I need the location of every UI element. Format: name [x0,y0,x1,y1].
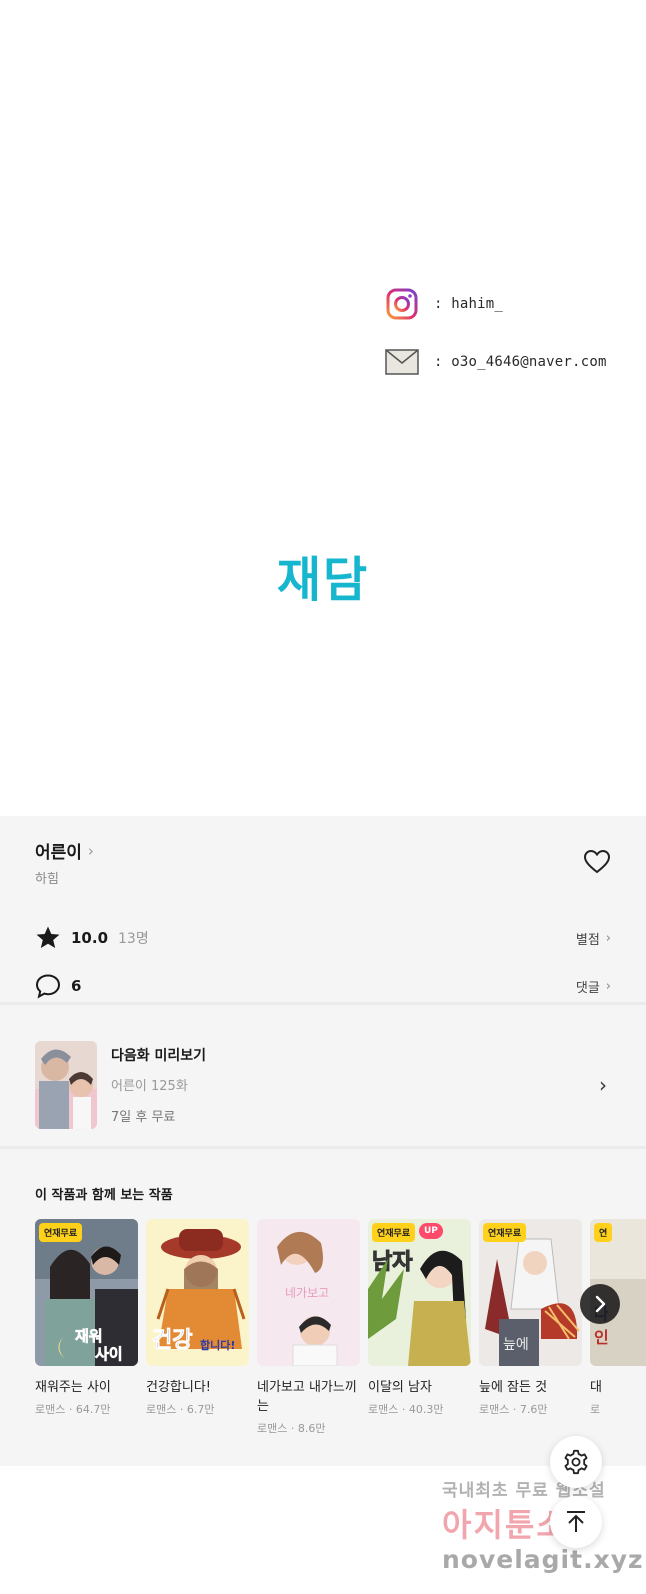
recommendation-meta: 로 [590,1403,601,1416]
comment-link[interactable]: 댓글 › [576,977,611,996]
recommendation-meta: 로맨스 · 6.7만 [146,1403,215,1416]
recommendation-title: 대 [590,1380,602,1395]
recommendation-title: 네가보고 내가느끼는 [257,1380,357,1414]
recommendation-item[interactable]: 늪에 연재무료 늪에 잠든 것 로맨스 · 7.6만 [479,1219,582,1417]
recommendation-meta: 로맨스 · 7.6만 [479,1403,548,1416]
carousel-next-button[interactable] [580,1284,620,1324]
divider [0,1146,646,1149]
free-serial-badge: 연 [594,1223,613,1242]
mail-icon [384,344,420,380]
divider [0,1002,646,1005]
chevron-right-icon [595,1295,606,1313]
next-episode-thumbnail [35,1041,97,1129]
rating-link[interactable]: 별점 › [576,929,611,948]
recommendation-item[interactable]: 남자 연재무료 UP 이달의 남자 로맨스 · 40.3만 [368,1219,471,1417]
arrow-up-icon [567,1511,585,1532]
email-contact: : o3o_4646@naver.com [384,344,607,380]
free-serial-badge: 연재무료 [372,1223,416,1242]
comment-link-label: 댓글 [575,980,600,996]
work-title-link[interactable]: 어른이 › [35,838,94,864]
recommendation-item[interactable]: 건강 합니다! 건강합니다! 로맨스 · 6.7만 [146,1219,249,1417]
rating-row: 10.0 13명 별점 › [35,924,611,952]
update-badge: UP [419,1223,443,1239]
watermark-line3: novelagit.xyz [442,1545,644,1574]
svg-text:사이: 사이 [95,1345,123,1363]
free-serial-badge: 연재무료 [39,1223,83,1242]
free-serial-badge: 연재무료 [483,1223,527,1242]
recommendation-cover: 네가보고 [257,1219,360,1366]
next-episode-info: 다음화 미리보기 어른이 125화 7일 후 무료 [111,1041,206,1125]
scroll-to-top-button[interactable] [550,1496,602,1548]
heart-icon[interactable] [583,849,611,874]
recommendation-meta: 로맨스 · 40.3만 [368,1403,444,1416]
svg-text:네가보고: 네가보고 [285,1286,329,1300]
chevron-right-icon: › [605,930,611,946]
instagram-handle: : hahim_ [434,296,504,312]
recommendation-item[interactable]: 네가보고 네가보고 내가느끼는 로맨스 · 8.6만 [257,1219,360,1436]
rating-count: 13명 [118,931,149,947]
chevron-right-icon: › [605,978,611,994]
recommendations-title: 이 작품과 함께 보는 작품 [35,1188,173,1203]
work-title: 어른이 [35,843,82,863]
recommendation-title: 이달의 남자 [368,1380,432,1395]
recommendation-title: 재워주는 사이 [35,1380,111,1395]
svg-text:인: 인 [594,1328,609,1347]
jaedam-logo: 재담 [276,552,370,608]
star-icon [36,926,60,948]
recommendation-cover: 늪에 연재무료 [479,1219,582,1366]
svg-text:남자: 남자 [372,1250,413,1275]
recommendation-cover: 건강 합니다! [146,1219,249,1366]
settings-button[interactable] [550,1436,602,1488]
next-episode-free-time: 7일 후 무료 [111,1110,176,1125]
recommendation-meta: 로맨스 · 8.6만 [257,1422,326,1435]
svg-text:늪에: 늪에 [503,1337,529,1353]
recommendations-list: 재워 사이 연재무료 재워주는 사이 로맨스 · 64.7만 건강 합니다! 건… [35,1219,646,1439]
recommendation-cover: 남자 연재무료 UP [368,1219,471,1366]
chevron-right-icon: › [87,841,94,860]
instagram-icon [384,286,420,322]
comment-icon [35,974,61,999]
work-info-panel: 어른이 › 하힘 10.0 13명 별점 › 6 댓글 › 다음화 미리보기 어… [0,816,646,1466]
instagram-contact: : hahim_ [384,286,503,322]
work-author: 하힘 [35,872,59,887]
email-address: : o3o_4646@naver.com [434,354,607,370]
comic-end-panel: : hahim_ : o3o_4646@naver.com 재담 [0,0,646,816]
next-episode-label: 다음화 미리보기 [111,1048,207,1064]
comment-count: 6 [71,977,82,995]
rating-score: 10.0 [71,929,109,947]
svg-text:재워: 재워 [75,1327,103,1345]
svg-text:건강: 건강 [152,1328,192,1353]
next-episode-number: 어른이 125화 [111,1079,188,1094]
recommendation-title: 늪에 잠든 것 [479,1380,548,1395]
chevron-right-icon: › [599,1073,607,1097]
recommendation-meta: 로맨스 · 64.7만 [35,1403,111,1416]
recommendation-cover: 재워 사이 연재무료 [35,1219,138,1366]
recommendation-title: 건강합니다! [146,1380,212,1395]
rating-link-label: 별점 [575,932,600,948]
svg-text:합니다!: 합니다! [200,1338,235,1352]
comment-row: 6 댓글 › [35,972,611,1000]
next-episode-preview[interactable]: 다음화 미리보기 어른이 125화 7일 후 무료 › [35,1041,611,1129]
recommendation-item[interactable]: 재워 사이 연재무료 재워주는 사이 로맨스 · 64.7만 [35,1219,138,1417]
gear-icon [564,1449,588,1475]
